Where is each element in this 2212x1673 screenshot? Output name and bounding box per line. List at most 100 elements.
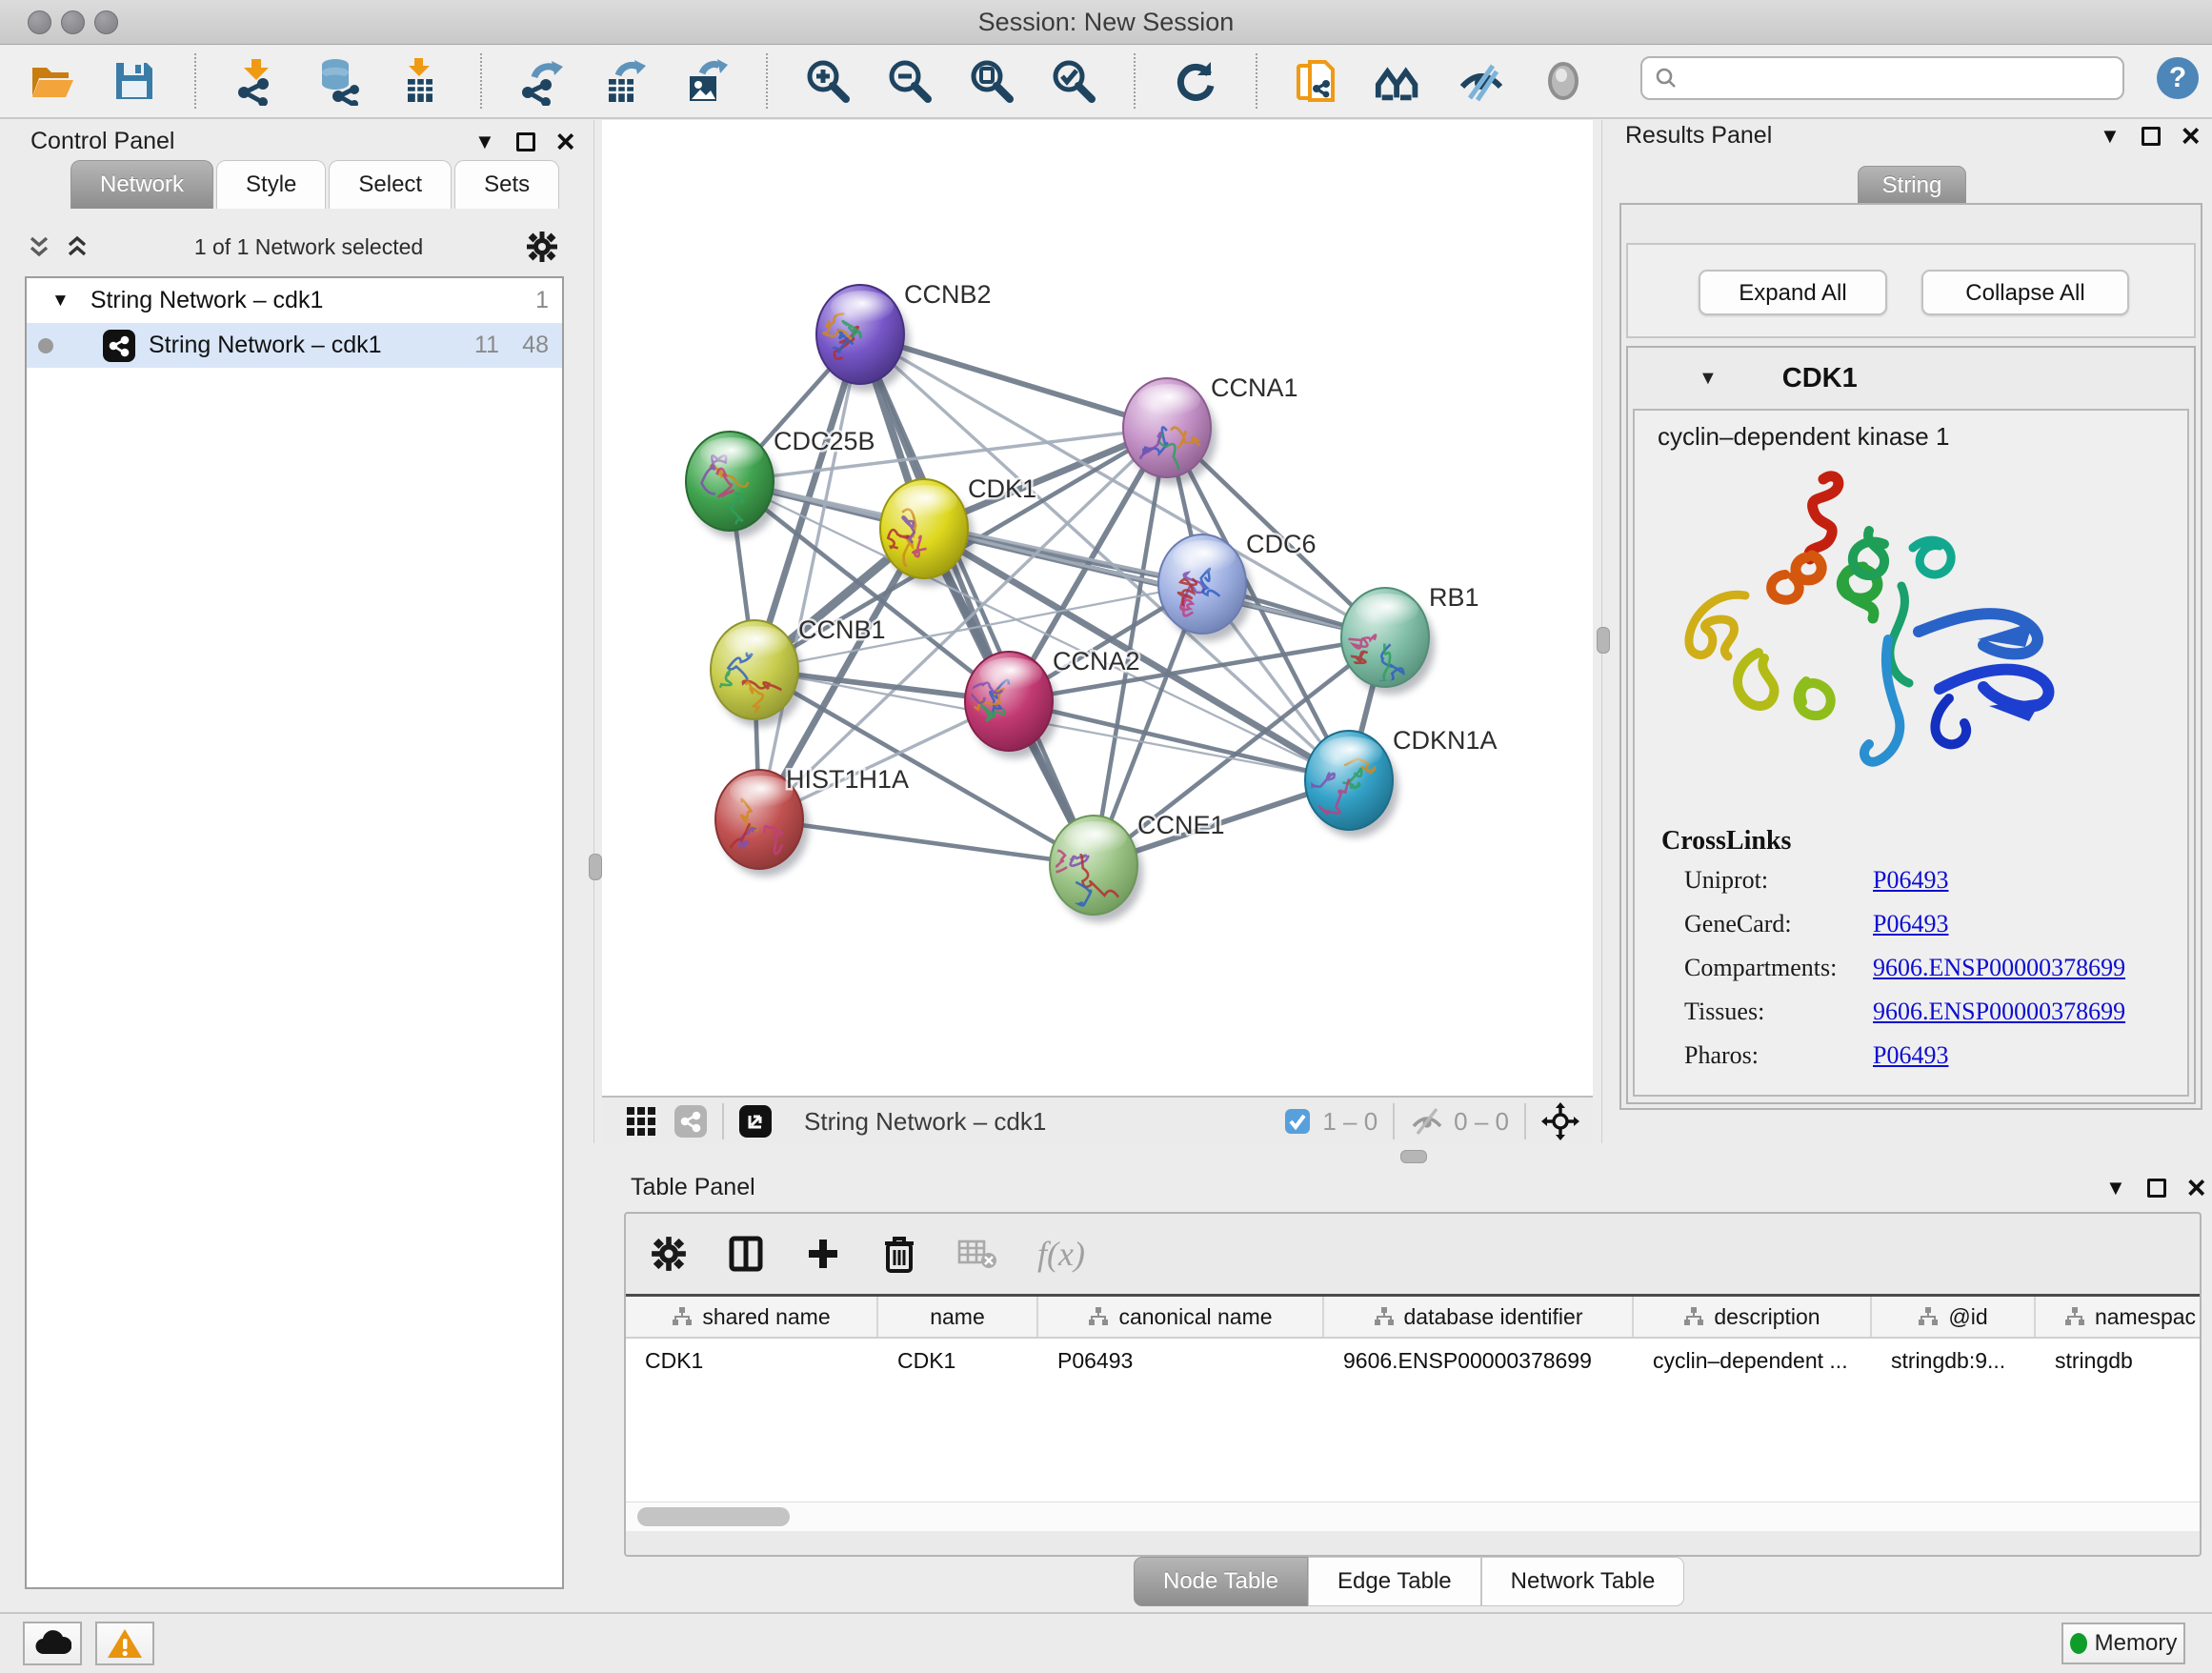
add-column-icon[interactable] xyxy=(805,1236,841,1272)
tab-network-table[interactable]: Network Table xyxy=(1481,1557,1685,1606)
right-splitter[interactable] xyxy=(1593,120,1612,1143)
save-session-icon[interactable] xyxy=(109,55,160,107)
zoom-out-icon[interactable] xyxy=(884,55,935,107)
expand-all-button[interactable]: Expand All xyxy=(1699,270,1887,315)
export-image-icon[interactable] xyxy=(680,55,732,107)
function-builder-icon[interactable]: f(x) xyxy=(1037,1234,1085,1274)
zoom-fit-icon[interactable] xyxy=(966,55,1017,107)
node-RB1[interactable] xyxy=(1341,588,1435,695)
table-cell[interactable]: stringdb:9... xyxy=(1872,1339,2036,1382)
panel-float-icon[interactable] xyxy=(2142,127,2161,146)
node-CDC25B[interactable] xyxy=(686,432,779,538)
expand-all-icon[interactable] xyxy=(63,232,91,261)
crosslink-link[interactable]: 9606.ENSP00000378699 xyxy=(1873,998,2125,1026)
hide-selected-eye-icon[interactable] xyxy=(1456,55,1507,107)
cloud-button[interactable] xyxy=(23,1622,82,1665)
export-table-icon[interactable] xyxy=(598,55,650,107)
edge-CCNB2-HIST1H1A[interactable] xyxy=(759,334,860,819)
network-canvas[interactable]: CCNB2CCNA1CDC25BCDK1CDC6RB1CCNB1CCNA2CDK… xyxy=(602,120,1593,1096)
edge-HIST1H1A-CCNE1[interactable] xyxy=(759,819,1094,865)
panel-menu-icon[interactable]: ▼ xyxy=(474,131,495,152)
network-row-selected[interactable]: String Network – cdk1 11 48 xyxy=(27,323,562,368)
memory-button[interactable]: Memory xyxy=(2061,1623,2185,1664)
search-input[interactable] xyxy=(1679,64,2092,92)
node-CDK1[interactable] xyxy=(880,479,974,586)
crosslink-link[interactable]: P06493 xyxy=(1873,910,1948,938)
collapse-all-button[interactable]: Collapse All xyxy=(1921,270,2129,315)
panel-float-icon[interactable] xyxy=(2147,1179,2166,1198)
crosslink-row: Uniprot:P06493 xyxy=(1684,866,2180,910)
network-collection-row[interactable]: ▼ String Network – cdk1 1 xyxy=(27,278,562,323)
pan-crosshair-icon[interactable] xyxy=(1541,1102,1579,1140)
node-CDKN1A[interactable] xyxy=(1303,731,1398,837)
open-session-icon[interactable] xyxy=(27,55,78,107)
hidden-eye-icon[interactable] xyxy=(1410,1107,1444,1136)
gene-section-header[interactable]: ▼ CDK1 xyxy=(1628,348,2194,409)
scrollbar-thumb[interactable] xyxy=(637,1507,790,1526)
crosslink-link[interactable]: P06493 xyxy=(1873,1041,1948,1070)
panel-float-icon[interactable] xyxy=(516,132,535,151)
column-header-namespac[interactable]: namespac xyxy=(2036,1297,2202,1337)
column-header-canonical-name[interactable]: canonical name xyxy=(1038,1297,1324,1337)
node-CCNE1[interactable] xyxy=(1049,816,1143,922)
network-badge-icon[interactable] xyxy=(674,1105,707,1138)
tab-select[interactable]: Select xyxy=(329,160,452,209)
network-graph[interactable]: CCNB2CCNA1CDC25BCDK1CDC6RB1CCNB1CCNA2CDK… xyxy=(602,120,1593,1096)
table-row[interactable]: CDK1CDK1P064939606.ENSP00000378699cyclin… xyxy=(626,1339,2200,1382)
node-CCNA2[interactable] xyxy=(965,652,1058,758)
help-button[interactable]: ? xyxy=(2155,55,2201,106)
gear-icon[interactable] xyxy=(526,231,558,263)
section-collapse-icon[interactable]: ▼ xyxy=(1699,368,1718,390)
panel-menu-icon[interactable]: ▼ xyxy=(2105,1178,2126,1199)
table-cell[interactable]: stringdb xyxy=(2036,1339,2202,1382)
panel-menu-icon[interactable]: ▼ xyxy=(2100,126,2121,147)
tab-string[interactable]: String xyxy=(1858,166,1966,206)
show-all-eye-icon[interactable] xyxy=(1538,55,1589,107)
tab-edge-table[interactable]: Edge Table xyxy=(1308,1557,1481,1606)
clone-network-icon[interactable] xyxy=(1292,55,1343,107)
table-cell[interactable]: P06493 xyxy=(1038,1339,1324,1382)
panel-close-icon[interactable]: × xyxy=(556,130,575,154)
column-header-@id[interactable]: @id xyxy=(1872,1297,2036,1337)
column-header-database-identifier[interactable]: database identifier xyxy=(1324,1297,1634,1337)
table-cell[interactable]: CDK1 xyxy=(626,1339,878,1382)
grid-view-icon[interactable] xyxy=(625,1105,657,1138)
collection-expander-icon[interactable]: ▼ xyxy=(51,291,70,312)
column-header-description[interactable]: description xyxy=(1634,1297,1872,1337)
crosslink-link[interactable]: P06493 xyxy=(1873,866,1948,895)
refresh-icon[interactable] xyxy=(1170,55,1221,107)
table-cell[interactable]: cyclin–dependent ... xyxy=(1634,1339,1872,1382)
table-horizontal-scrollbar[interactable] xyxy=(626,1502,2200,1531)
table-cell[interactable]: 9606.ENSP00000378699 xyxy=(1324,1339,1634,1382)
crosslink-link[interactable]: 9606.ENSP00000378699 xyxy=(1873,954,2125,982)
fit-content-icon[interactable] xyxy=(739,1105,772,1138)
tab-node-table[interactable]: Node Table xyxy=(1134,1557,1308,1606)
table-gear-icon[interactable] xyxy=(651,1236,687,1272)
import-network-icon[interactable] xyxy=(231,55,282,107)
left-splitter-handle[interactable] xyxy=(589,854,602,880)
table-cell[interactable]: CDK1 xyxy=(878,1339,1038,1382)
delete-column-icon[interactable] xyxy=(881,1235,917,1273)
column-header-name[interactable]: name xyxy=(878,1297,1038,1337)
export-network-icon[interactable] xyxy=(516,55,568,107)
tab-sets[interactable]: Sets xyxy=(454,160,559,209)
tab-network[interactable]: Network xyxy=(70,160,213,209)
tab-style[interactable]: Style xyxy=(216,160,326,209)
zoom-selected-icon[interactable] xyxy=(1048,55,1099,107)
delete-table-icon[interactable] xyxy=(957,1238,997,1270)
import-table-icon[interactable] xyxy=(394,55,446,107)
zoom-in-icon[interactable] xyxy=(802,55,854,107)
right-splitter-handle[interactable] xyxy=(1597,627,1610,654)
horizontal-splitter-handle[interactable] xyxy=(1400,1150,1427,1163)
horizontal-splitter[interactable] xyxy=(602,1143,2212,1168)
warnings-button[interactable] xyxy=(95,1622,154,1665)
node-CCNB2[interactable] xyxy=(816,285,910,392)
selected-checkbox-icon[interactable] xyxy=(1284,1108,1311,1135)
collapse-all-icon[interactable] xyxy=(25,232,53,261)
panel-close-icon[interactable]: × xyxy=(2187,1176,2206,1200)
panel-close-icon[interactable]: × xyxy=(2182,124,2201,149)
first-neighbors-icon[interactable] xyxy=(1374,55,1425,107)
column-header-shared-name[interactable]: shared name xyxy=(626,1297,878,1337)
show-columns-icon[interactable] xyxy=(727,1235,765,1273)
import-database-icon[interactable] xyxy=(312,55,364,107)
